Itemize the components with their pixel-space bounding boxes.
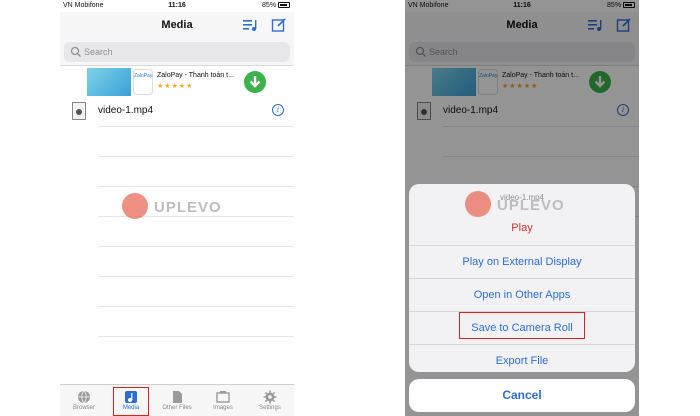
ad-banner[interactable]: ZaloPay ZaloPay - Thanh toán t... ★★★★★ xyxy=(87,68,267,96)
tab-bar: Browser Media Other Files Images Setting… xyxy=(60,384,294,416)
tab-other-files[interactable]: Other Files xyxy=(155,385,199,416)
ad-thumbnail xyxy=(87,68,131,96)
action-sheet: video-1.mp4 UPLEVO Play Play on External… xyxy=(409,184,635,372)
compose-icon[interactable] xyxy=(271,17,287,33)
playlist-icon[interactable] xyxy=(242,17,258,33)
watermark: UPLEVO xyxy=(122,193,242,219)
save-to-camera-roll-highlight xyxy=(459,312,585,339)
row-divider xyxy=(98,246,294,276)
tab-label: Images xyxy=(213,405,233,411)
row-divider xyxy=(98,216,294,246)
search-bar: Search xyxy=(60,38,294,66)
battery-icon xyxy=(278,2,290,9)
tab-label: Settings xyxy=(259,405,281,411)
tab-images[interactable]: Images xyxy=(201,385,245,416)
file-icon xyxy=(173,391,182,403)
phone-action-sheet: VN Mobifone 11:16 85% Media Search ZaloP… xyxy=(405,0,639,416)
tab-label: Other Files xyxy=(162,405,192,411)
ad-rating-stars: ★★★★★ xyxy=(157,83,194,90)
tab-settings[interactable]: Settings xyxy=(248,385,292,416)
ad-title: ZaloPay - Thanh toán t... xyxy=(157,72,234,79)
watermark-text: UPLEVO xyxy=(154,199,222,216)
phone-media-list: VN Mobifone 11:16 85% Media Search ZaloP… xyxy=(60,0,294,416)
gear-icon xyxy=(263,390,277,404)
clock: 11:16 xyxy=(168,2,186,9)
row-divider xyxy=(98,156,294,186)
watermark-logo-icon xyxy=(122,193,148,219)
play-button[interactable]: Play xyxy=(409,212,635,244)
play-external-display-button[interactable]: Play on External Display xyxy=(409,245,635,277)
cancel-button[interactable]: Cancel xyxy=(409,379,635,412)
open-in-other-apps-button[interactable]: Open in Other Apps xyxy=(409,278,635,310)
empty-rows xyxy=(98,126,294,366)
file-name: video-1.mp4 xyxy=(98,105,154,116)
navigation-bar: Media xyxy=(60,12,294,38)
row-divider xyxy=(98,126,294,156)
tab-browser[interactable]: Browser xyxy=(62,385,106,416)
video-file-icon xyxy=(72,102,86,120)
list-item[interactable]: video-1.mp4 i xyxy=(60,98,294,126)
download-arrow-icon[interactable] xyxy=(244,71,266,93)
search-placeholder: Search xyxy=(84,47,113,57)
globe-icon xyxy=(78,390,90,404)
search-icon xyxy=(70,46,81,57)
page-title: Media xyxy=(161,19,193,31)
battery-percent: 85% xyxy=(262,2,277,9)
media-tab-highlight xyxy=(113,387,149,416)
row-divider xyxy=(98,306,294,336)
export-file-button[interactable]: Export File xyxy=(409,344,635,372)
zalopay-logo: ZaloPay xyxy=(133,69,153,95)
tutorial-screenshot-pair: VN Mobifone 11:16 85% Media Search ZaloP… xyxy=(0,0,700,416)
row-divider xyxy=(98,336,294,366)
row-divider xyxy=(98,276,294,306)
status-bar: VN Mobifone 11:16 85% xyxy=(60,0,294,12)
battery-status: 85% xyxy=(262,2,290,9)
image-icon xyxy=(216,391,230,403)
tab-label: Browser xyxy=(72,405,95,411)
info-icon[interactable]: i xyxy=(272,104,284,116)
search-input[interactable]: Search xyxy=(64,42,290,62)
